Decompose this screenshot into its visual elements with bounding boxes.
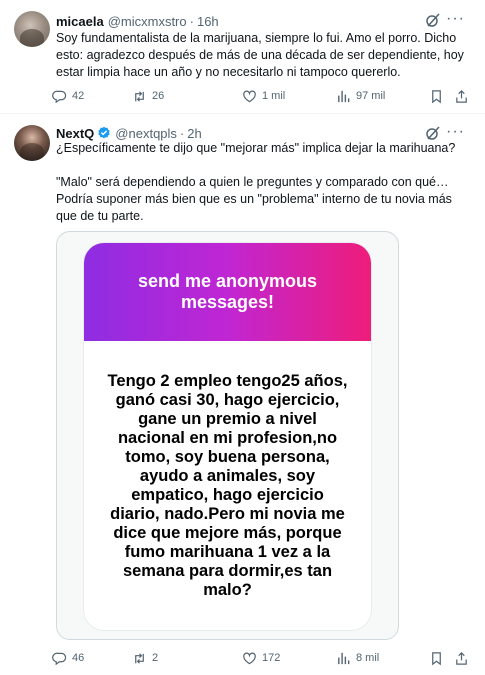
bookmark-icon [432, 89, 441, 103]
views-icon [338, 90, 350, 102]
action-bar: 42 26 1 mil 97 mil [52, 87, 472, 105]
repost-button[interactable]: 2 [132, 649, 158, 667]
tweet-header: micaela @micxmxstro · 16h [56, 12, 219, 30]
author-name[interactable]: micaela [56, 14, 104, 29]
reply-button[interactable]: 46 [52, 649, 84, 667]
timestamp[interactable]: 16h [197, 14, 219, 29]
bookmark-button[interactable] [429, 87, 449, 105]
reply-count: 46 [72, 652, 85, 664]
action-bar: 46 2 172 8 mil [52, 649, 472, 667]
views-count: 97 mil [356, 90, 386, 102]
card-title: send me anonymous messages! [137, 271, 318, 312]
reply-icon [52, 90, 67, 103]
share-button[interactable] [454, 649, 474, 667]
like-count: 1 mil [262, 90, 286, 102]
avatar[interactable] [14, 11, 50, 47]
verified-badge-icon [98, 126, 110, 139]
like-count: 172 [262, 652, 281, 664]
repost-count: 26 [152, 90, 165, 102]
more-icon[interactable]: ··· [446, 124, 465, 140]
tweet-text: ¿Específicamente te dijo que "mejorar má… [56, 141, 456, 223]
repost-button[interactable]: 26 [132, 87, 164, 105]
share-icon [456, 651, 467, 665]
avatar[interactable] [14, 125, 50, 161]
share-button[interactable] [454, 87, 474, 105]
views-count: 8 mil [356, 652, 380, 664]
separator-dot: · [189, 13, 194, 29]
reply-icon [52, 652, 67, 665]
media-image[interactable]: send me anonymous messages! Tengo 2 empl… [56, 231, 399, 640]
author-name[interactable]: NextQ [56, 126, 94, 141]
grok-icon[interactable] [425, 125, 441, 141]
views-icon [338, 652, 350, 664]
grok-icon[interactable] [425, 12, 441, 28]
share-icon [456, 89, 467, 103]
tweet-text: Soy fundamentalista de la marijuana, sie… [56, 31, 464, 79]
repost-icon [135, 652, 144, 664]
reply-count: 42 [72, 90, 85, 102]
like-button[interactable]: 1 mil [242, 87, 285, 105]
repost-count: 2 [152, 652, 159, 664]
repost-icon [135, 90, 144, 102]
more-icon[interactable]: ··· [446, 11, 465, 27]
card-header: send me anonymous messages! [84, 243, 371, 341]
timestamp[interactable]: 2h [187, 126, 201, 141]
views-button[interactable]: 97 mil [336, 87, 385, 105]
card-message: Tengo 2 empleo tengo25 años, ganó casi 3… [107, 371, 348, 599]
tweet[interactable]: micaela @micxmxstro · 16h ··· Soy fundam… [0, 0, 485, 114]
anonymous-message-card: send me anonymous messages! Tengo 2 empl… [84, 243, 371, 630]
bookmark-button[interactable] [429, 649, 449, 667]
like-icon [243, 90, 256, 102]
bookmark-icon [432, 651, 441, 665]
separator-dot: · [179, 125, 185, 141]
author-handle[interactable]: @nextqpls [115, 126, 177, 141]
reply-button[interactable]: 42 [52, 87, 84, 105]
author-handle[interactable]: @micxmxstro [108, 14, 187, 29]
like-button[interactable]: 172 [242, 649, 280, 667]
tweet[interactable]: NextQ @nextqpls · 2h ··· ¿Específicament… [0, 115, 485, 675]
like-icon [243, 652, 256, 664]
views-button[interactable]: 8 mil [336, 649, 379, 667]
card-body: Tengo 2 empleo tengo25 años, ganó casi 3… [84, 341, 371, 630]
